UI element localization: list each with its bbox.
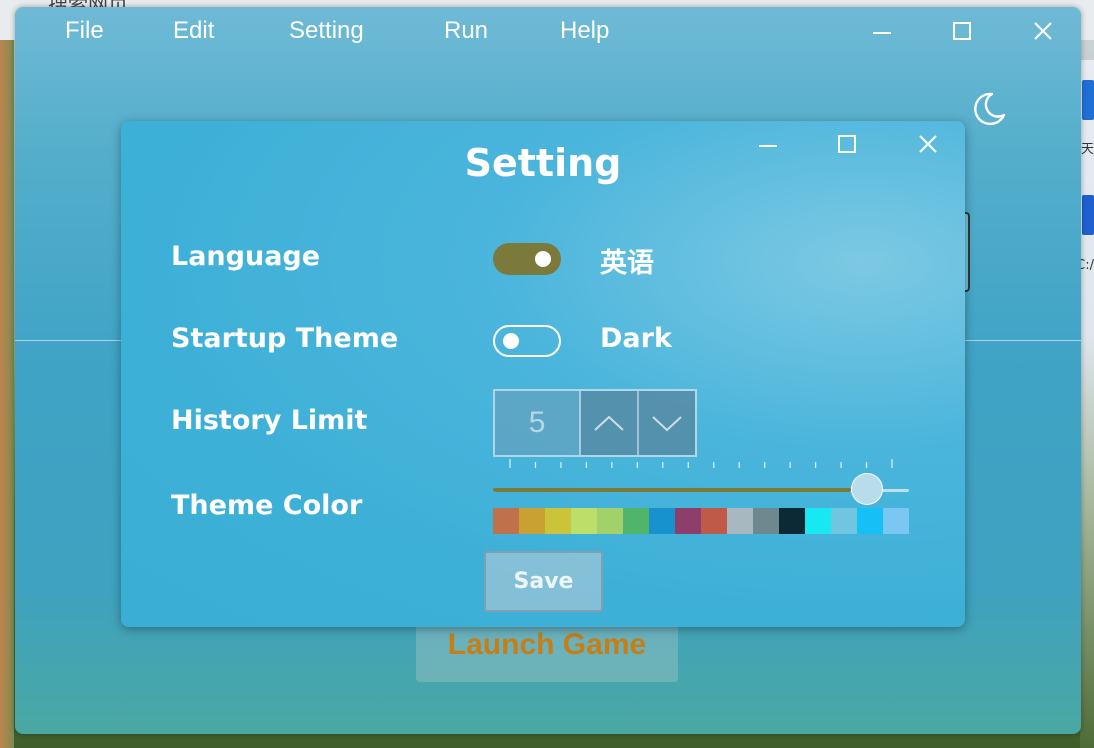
menu-file[interactable]: File xyxy=(65,17,104,45)
dialog-close-icon[interactable] xyxy=(916,132,940,156)
color-swatch[interactable] xyxy=(883,508,909,534)
slider-fill xyxy=(493,488,852,492)
history-limit-label: History Limit xyxy=(171,405,368,436)
increment-button[interactable] xyxy=(581,391,640,455)
side-strip-chip xyxy=(1082,195,1094,235)
menubar: File Edit Setting Run Help xyxy=(15,7,1081,57)
language-value: 英语 xyxy=(600,248,654,279)
slider-thumb[interactable] xyxy=(851,473,884,505)
color-swatch[interactable] xyxy=(649,508,675,534)
language-toggle[interactable] xyxy=(493,243,561,275)
language-label: Language xyxy=(171,241,321,272)
side-strip-text: 天 xyxy=(1080,142,1094,157)
startup-theme-value: Dark xyxy=(600,323,672,354)
menu-setting[interactable]: Setting xyxy=(289,17,364,45)
color-swatch[interactable] xyxy=(493,508,519,534)
theme-color-label: Theme Color xyxy=(171,490,363,521)
dialog-minimize-icon[interactable] xyxy=(756,132,780,156)
color-swatch[interactable] xyxy=(753,508,779,534)
maximize-icon[interactable] xyxy=(950,19,974,43)
startup-theme-label: Startup Theme xyxy=(171,323,399,354)
color-swatch[interactable] xyxy=(805,508,831,534)
setting-dialog: Setting Language 英语 Startup Theme Dark H… xyxy=(121,121,965,627)
save-button[interactable]: Save xyxy=(484,551,603,612)
color-swatch[interactable] xyxy=(727,508,753,534)
toggle-knob xyxy=(503,333,519,349)
decrement-button[interactable] xyxy=(639,391,695,455)
color-palette xyxy=(493,508,909,534)
color-swatch[interactable] xyxy=(675,508,701,534)
color-swatch[interactable] xyxy=(857,508,883,534)
side-strip-chip xyxy=(1082,80,1094,120)
toggle-knob xyxy=(535,251,551,267)
minimize-icon[interactable] xyxy=(870,19,894,43)
startup-theme-toggle[interactable] xyxy=(493,325,561,357)
slider-ticks xyxy=(509,459,893,468)
moon-icon[interactable] xyxy=(970,89,1008,127)
history-limit-stepper: 5 xyxy=(493,389,697,457)
theme-color-slider[interactable] xyxy=(493,453,909,505)
dialog-maximize-icon[interactable] xyxy=(835,132,859,156)
color-swatch[interactable] xyxy=(623,508,649,534)
history-limit-value[interactable]: 5 xyxy=(495,391,582,455)
color-swatch[interactable] xyxy=(597,508,623,534)
chevron-up-icon xyxy=(594,415,624,431)
close-icon[interactable] xyxy=(1031,19,1055,43)
color-swatch[interactable] xyxy=(571,508,597,534)
color-swatch[interactable] xyxy=(701,508,727,534)
menu-help[interactable]: Help xyxy=(560,17,609,45)
color-swatch[interactable] xyxy=(519,508,545,534)
color-swatch[interactable] xyxy=(779,508,805,534)
color-swatch[interactable] xyxy=(545,508,571,534)
side-strip: 天 C:/ xyxy=(1076,60,1094,748)
color-swatch[interactable] xyxy=(831,508,857,534)
menu-run[interactable]: Run xyxy=(444,17,488,45)
chevron-down-icon xyxy=(652,416,682,432)
menu-edit[interactable]: Edit xyxy=(173,17,214,45)
